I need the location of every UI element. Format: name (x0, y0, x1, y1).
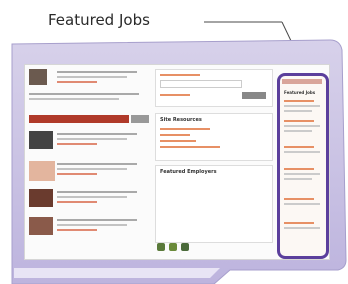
search-button (131, 115, 149, 123)
website-screenshot: Site Resources Featured Employers Featur… (24, 64, 330, 260)
section-title: Site Resources (160, 117, 202, 123)
list-item (29, 91, 149, 115)
search-bar (29, 115, 129, 123)
social-icons (155, 243, 215, 253)
news-column (29, 69, 149, 255)
section-title: Featured Employers (160, 169, 217, 175)
list-item (29, 161, 149, 185)
site-resources-box: Site Resources (155, 113, 273, 161)
featured-jobs-panel: Featured Jobs (277, 73, 329, 259)
resources-column: Site Resources Featured Employers (155, 69, 273, 255)
list-item (29, 189, 149, 213)
search-form (155, 69, 273, 107)
list-item (29, 69, 149, 93)
featured-employers-box: Featured Employers (155, 165, 273, 243)
list-item (29, 217, 149, 241)
list-item (29, 131, 149, 155)
panel-heading: Featured Jobs (284, 90, 316, 95)
